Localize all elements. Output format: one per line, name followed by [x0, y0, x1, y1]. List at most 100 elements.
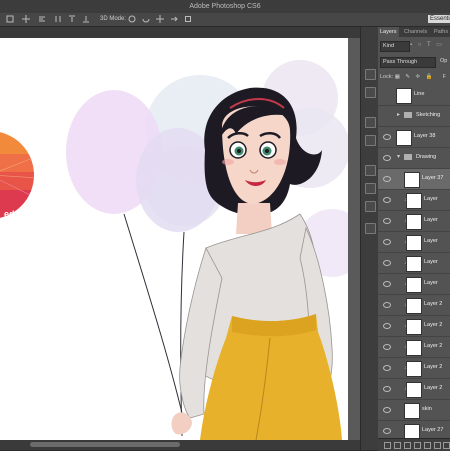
layer-thumbnail: [406, 361, 422, 377]
layer-row[interactable]: ↓Layer: [378, 274, 450, 295]
visibility-eye-icon[interactable]: [383, 134, 391, 140]
history-icon[interactable]: [365, 69, 376, 80]
layer-thumbnail: [406, 277, 422, 293]
visibility-eye-icon[interactable]: [383, 113, 391, 119]
layer-name: Sketching: [416, 112, 441, 118]
horizontal-scrollbar[interactable]: [0, 440, 360, 450]
folder-icon: [404, 112, 412, 118]
layer-name: Layer 2: [424, 301, 443, 307]
filter-kind-select[interactable]: Kind: [380, 41, 410, 52]
scrollbar-thumb[interactable]: [30, 442, 180, 447]
3d-roll-icon[interactable]: [142, 15, 150, 23]
blend-mode-select[interactable]: Pass Through: [380, 57, 436, 68]
move-icon[interactable]: [22, 15, 30, 23]
layer-name: Layer: [424, 259, 438, 265]
3d-scale-icon[interactable]: [184, 15, 192, 23]
visibility-eye-icon[interactable]: [383, 155, 391, 161]
layer-thumbnail: [406, 256, 422, 272]
layer-thumbnail: [406, 193, 422, 209]
tab-channels[interactable]: Channels: [402, 27, 429, 37]
layer-row[interactable]: ↓Layer: [378, 190, 450, 211]
visibility-eye-icon[interactable]: [383, 92, 391, 98]
visibility-eye-icon[interactable]: [383, 344, 391, 350]
paragraph-icon[interactable]: [365, 183, 376, 194]
tab-paths[interactable]: Paths: [432, 27, 450, 37]
brush-icon[interactable]: [365, 135, 376, 146]
layer-row[interactable]: Line: [378, 85, 450, 106]
layer-thumbnail: [396, 88, 412, 104]
layer-row[interactable]: Layer 38: [378, 127, 450, 148]
filter-icons[interactable]: ▪ ○ T ▭: [410, 41, 446, 50]
distribute-icon[interactable]: [54, 15, 62, 23]
layers-panel-footer: [378, 438, 450, 451]
align-top-icon[interactable]: [68, 15, 76, 23]
visibility-eye-icon[interactable]: [383, 281, 391, 287]
link-layers-icon[interactable]: [384, 442, 391, 449]
layer-name: skin: [422, 406, 432, 412]
workspace-switcher[interactable]: Essential: [428, 15, 450, 23]
wheel-label-orange: ange: [8, 120, 29, 130]
panel-tabs: Layers Channels Paths: [378, 27, 450, 37]
artwork: ange ed: [0, 60, 348, 440]
visibility-eye-icon[interactable]: [383, 239, 391, 245]
tab-layers[interactable]: Layers: [378, 27, 399, 37]
delete-layer-icon[interactable]: [443, 442, 450, 449]
panel-tool-strip: [360, 27, 379, 450]
fill-label: F: [442, 74, 446, 80]
home-icon[interactable]: [6, 15, 14, 23]
adjustment-icon[interactable]: [414, 442, 421, 449]
visibility-eye-icon[interactable]: [383, 428, 391, 434]
layer-row[interactable]: ▾ Drawing: [378, 148, 450, 169]
layer-name: Line: [414, 91, 425, 97]
new-group-icon[interactable]: [424, 442, 431, 449]
layer-row[interactable]: ▸ Sketching: [378, 106, 450, 127]
opacity-label: Op: [440, 58, 448, 64]
visibility-eye-icon[interactable]: [383, 176, 391, 182]
layer-row[interactable]: ↓Layer: [378, 232, 450, 253]
brush-preset-icon[interactable]: [365, 117, 376, 128]
visibility-eye-icon[interactable]: [383, 386, 391, 392]
group-toggle-icon[interactable]: ▾: [397, 153, 400, 160]
layer-style-icon[interactable]: [394, 442, 401, 449]
align-bottom-icon[interactable]: [82, 15, 90, 23]
layer-row[interactable]: ↓Layer 2: [378, 358, 450, 379]
visibility-eye-icon[interactable]: [383, 323, 391, 329]
layer-thumbnail: [396, 130, 412, 146]
layer-row[interactable]: ↓Layer: [378, 211, 450, 232]
visibility-eye-icon[interactable]: [383, 365, 391, 371]
layer-thumbnail: [406, 319, 422, 335]
options-bar: 3D Mode: Essential: [0, 13, 450, 27]
layer-row[interactable]: ↓Layer 2: [378, 337, 450, 358]
layer-thumbnail: [404, 172, 420, 188]
character-icon[interactable]: [365, 165, 376, 176]
layer-row[interactable]: ↓Layer 2: [378, 295, 450, 316]
balloon-string: [123, 213, 187, 431]
visibility-eye-icon[interactable]: [383, 218, 391, 224]
layer-row[interactable]: skin: [378, 400, 450, 421]
group-toggle-icon[interactable]: ▸: [397, 111, 400, 118]
3d-slide-icon[interactable]: [170, 15, 178, 23]
visibility-eye-icon[interactable]: [383, 260, 391, 266]
layer-name: Layer 27: [422, 427, 444, 433]
lock-icons[interactable]: ▦ ✎ ✛ 🔒: [395, 74, 435, 80]
visibility-eye-icon[interactable]: [383, 302, 391, 308]
new-layer-icon[interactable]: [434, 442, 441, 449]
layer-row[interactable]: Layer 37: [378, 169, 450, 190]
document-canvas[interactable]: ange ed: [0, 38, 348, 440]
3d-panel-icon[interactable]: [365, 223, 376, 234]
layer-row[interactable]: ↓Layer 2: [378, 379, 450, 400]
layer-row[interactable]: ↓Layer 2: [378, 316, 450, 337]
layers-panel: Layers Channels Paths Kind ▪ ○ T ▭ Pass …: [378, 27, 450, 450]
visibility-eye-icon[interactable]: [383, 197, 391, 203]
app-title: Adobe Photoshop CS6: [189, 3, 261, 10]
mask-icon[interactable]: [404, 442, 411, 449]
3d-drag-icon[interactable]: [156, 15, 164, 23]
visibility-eye-icon[interactable]: [383, 407, 391, 413]
layer-thumbnail: [404, 403, 420, 419]
actions-icon[interactable]: [365, 87, 376, 98]
align-icon[interactable]: [38, 15, 46, 23]
3d-rotate-icon[interactable]: [128, 15, 136, 23]
layer-row[interactable]: ↓Layer: [378, 253, 450, 274]
folder-icon: [404, 154, 412, 160]
properties-icon[interactable]: [365, 201, 376, 212]
